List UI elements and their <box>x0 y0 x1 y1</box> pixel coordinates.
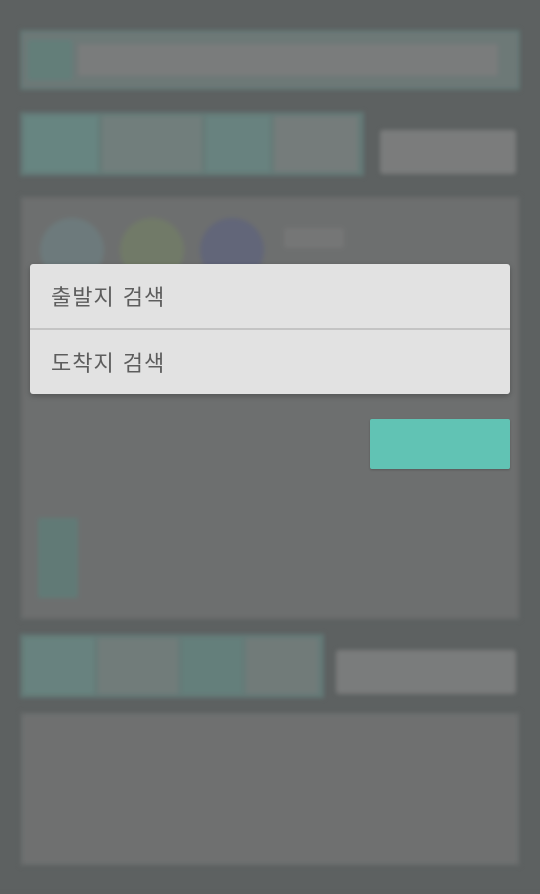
dialog-item-arrival-search[interactable]: 도착지 검색 <box>30 330 510 394</box>
search-type-dialog: 출발지 검색 도착지 검색 <box>30 264 510 394</box>
dialog-item-departure-search[interactable]: 출발지 검색 <box>30 264 510 328</box>
dialog-item-label: 출발지 검색 <box>51 286 166 311</box>
dialog-item-label: 도착지 검색 <box>51 352 166 377</box>
app-screen: 출발지 검색 도착지 검색 <box>0 0 540 894</box>
search-button[interactable] <box>370 419 510 469</box>
